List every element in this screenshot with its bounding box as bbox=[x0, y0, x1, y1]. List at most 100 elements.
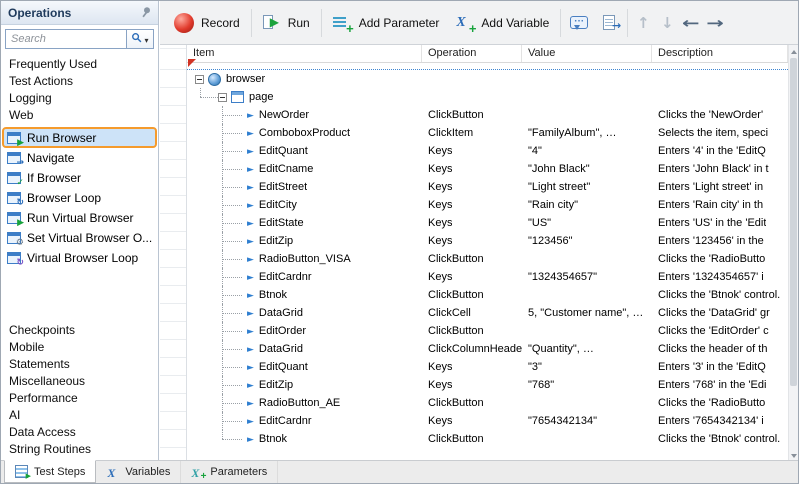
step-description: Enters '768' in the 'Edi bbox=[658, 379, 766, 391]
step-item-name: EditCname bbox=[259, 163, 313, 175]
sidebar-group-test-actions[interactable]: Test Actions bbox=[1, 73, 158, 90]
page-node-row[interactable]: page bbox=[187, 88, 788, 106]
step-item-name: NewOrder bbox=[259, 109, 309, 121]
tab-test-steps[interactable]: Test Steps bbox=[4, 460, 96, 483]
sidebar-item-label: Navigate bbox=[27, 151, 74, 165]
step-operation: ClickButton bbox=[428, 325, 484, 337]
action-arrow-icon bbox=[247, 416, 254, 427]
search-button[interactable] bbox=[126, 29, 154, 49]
step-operation: ClickCell bbox=[428, 307, 471, 319]
test-step-row[interactable]: EditCardnr Keys "7654342134" Enters '765… bbox=[187, 412, 788, 430]
sidebar-item-run-browser[interactable]: Run Browser bbox=[3, 128, 156, 147]
grid-header: Item Operation Value Description bbox=[187, 45, 788, 63]
column-header-item[interactable]: Item bbox=[187, 45, 422, 62]
overlay-glyph-icon bbox=[17, 215, 24, 228]
tab-parameters[interactable]: Parameters bbox=[181, 461, 278, 483]
test-step-row[interactable]: EditQuant Keys "4" Enters '4' in the 'Ed… bbox=[187, 142, 788, 160]
search-icon bbox=[131, 31, 142, 46]
browser-globe-icon bbox=[208, 73, 221, 86]
test-step-row[interactable]: RadioButton_VISA ClickButton Clicks the … bbox=[187, 250, 788, 268]
sidebar-item-run-virtual-browser[interactable]: Run Virtual Browser bbox=[3, 208, 156, 227]
sidebar-group-web[interactable]: Web bbox=[1, 107, 158, 124]
step-operation: Keys bbox=[428, 145, 452, 157]
scroll-up-arrow-icon[interactable] bbox=[789, 46, 798, 57]
sidebar-group-data-access[interactable]: Data Access bbox=[1, 424, 158, 441]
test-step-row[interactable]: DataGrid ClickCell 5, "Customer name", …… bbox=[187, 304, 788, 322]
operations-panel-header: Operations bbox=[1, 1, 158, 25]
tree-guide bbox=[222, 115, 242, 116]
description-button[interactable] bbox=[594, 8, 624, 38]
test-step-row[interactable]: ComboboxProduct ClickItem "FamilyAlbum",… bbox=[187, 124, 788, 142]
test-step-row[interactable]: EditCardnr Keys "1324354657" Enters '132… bbox=[187, 268, 788, 286]
overlay-glyph-icon bbox=[16, 155, 24, 168]
run-button[interactable]: Run bbox=[255, 7, 318, 39]
pin-icon[interactable] bbox=[138, 5, 153, 20]
add-variable-button[interactable]: Add Variable bbox=[447, 7, 557, 39]
action-arrow-icon bbox=[247, 380, 254, 391]
column-header-description[interactable]: Description bbox=[652, 45, 788, 62]
comment-button[interactable] bbox=[564, 8, 594, 38]
step-description: Clicks the 'DataGrid' gr bbox=[658, 307, 770, 319]
test-step-row[interactable]: EditState Keys "US" Enters 'US' in the '… bbox=[187, 214, 788, 232]
indent-button[interactable] bbox=[698, 9, 732, 37]
sidebar-group-checkpoints[interactable]: Checkpoints bbox=[1, 322, 158, 339]
sidebar-item-if-browser[interactable]: If Browser bbox=[3, 168, 156, 187]
test-step-row[interactable]: DataGrid ClickColumnHeader "Quantity", …… bbox=[187, 340, 788, 358]
tree-guide bbox=[222, 430, 223, 439]
step-description: Clicks the 'EditOrder' c bbox=[658, 325, 769, 337]
step-item-name: DataGrid bbox=[259, 307, 303, 319]
sidebar-item-virtual-browser-loop[interactable]: Virtual Browser Loop bbox=[3, 248, 156, 267]
test-step-row[interactable]: EditZip Keys "123456" Enters '123456' in… bbox=[187, 232, 788, 250]
collapse-toggle-icon[interactable] bbox=[218, 93, 227, 102]
test-step-row[interactable]: NewOrder ClickButton Clicks the 'NewOrde… bbox=[187, 106, 788, 124]
tab-variables[interactable]: Variables bbox=[96, 461, 181, 483]
scroll-thumb[interactable] bbox=[790, 58, 797, 386]
sidebar-group-frequently-used[interactable]: Frequently Used bbox=[1, 56, 158, 73]
sidebar-group-string-routines[interactable]: String Routines bbox=[1, 441, 158, 458]
tab-label: Test Steps bbox=[34, 466, 85, 478]
sidebar-item-set-virtual-browser-o[interactable]: Set Virtual Browser O... bbox=[3, 228, 156, 247]
toolbar: Record Run Add Parameter Add Variable bbox=[160, 1, 798, 45]
step-description: Clicks the header of th bbox=[658, 343, 767, 355]
app-window: Operations Frequently Used Test Actions bbox=[0, 0, 799, 484]
test-step-row[interactable]: EditStreet Keys "Light street" Enters 'L… bbox=[187, 178, 788, 196]
step-value: "3" bbox=[528, 361, 542, 373]
toolbar-separator bbox=[251, 9, 252, 37]
column-header-operation[interactable]: Operation bbox=[422, 45, 522, 62]
test-step-row[interactable]: EditOrder ClickButton Clicks the 'EditOr… bbox=[187, 322, 788, 340]
test-step-row[interactable]: RadioButton_AE ClickButton Clicks the 'R… bbox=[187, 394, 788, 412]
sidebar-group-mobile[interactable]: Mobile bbox=[1, 339, 158, 356]
test-step-row[interactable]: EditCname Keys "John Black" Enters 'John… bbox=[187, 160, 788, 178]
tree-guide bbox=[222, 403, 242, 404]
add-parameter-button[interactable]: Add Parameter bbox=[325, 7, 448, 39]
action-arrow-icon bbox=[247, 164, 254, 175]
sidebar-item-browser-loop[interactable]: Browser Loop bbox=[3, 188, 156, 207]
test-step-row[interactable]: Btnok ClickButton Clicks the 'Btnok' con… bbox=[187, 286, 788, 304]
column-header-value[interactable]: Value bbox=[522, 45, 652, 62]
sidebar-group-ai[interactable]: AI bbox=[1, 407, 158, 424]
sidebar-item-navigate[interactable]: Navigate bbox=[3, 148, 156, 167]
test-step-row[interactable]: EditQuant Keys "3" Enters '3' in the 'Ed… bbox=[187, 358, 788, 376]
sidebar-group-statements[interactable]: Statements bbox=[1, 356, 158, 373]
row-gutter[interactable] bbox=[160, 45, 187, 462]
test-step-row[interactable]: EditZip Keys "768" Enters '768' in the '… bbox=[187, 376, 788, 394]
search-input[interactable] bbox=[5, 29, 126, 49]
move-up-button[interactable] bbox=[631, 9, 655, 37]
test-step-row[interactable]: EditCity Keys "Rain city" Enters 'Rain c… bbox=[187, 196, 788, 214]
overlay-glyph-icon bbox=[16, 175, 24, 188]
action-arrow-icon bbox=[247, 254, 254, 265]
test-step-row[interactable]: Btnok ClickButton Clicks the 'Btnok' con… bbox=[187, 430, 788, 448]
sidebar-group-performance[interactable]: Performance bbox=[1, 390, 158, 407]
tree-guide bbox=[222, 295, 242, 296]
step-value: "4" bbox=[528, 145, 542, 157]
browser-node-row[interactable]: browser bbox=[187, 70, 788, 88]
main-area: Record Run Add Parameter Add Variable bbox=[160, 1, 798, 462]
collapse-toggle-icon[interactable] bbox=[195, 75, 204, 84]
sidebar-group-logging[interactable]: Logging bbox=[1, 90, 158, 107]
record-button[interactable]: Record bbox=[166, 7, 248, 39]
vertical-scrollbar[interactable] bbox=[788, 45, 798, 462]
sidebar-group-miscellaneous[interactable]: Miscellaneous bbox=[1, 373, 158, 390]
editor-tabs: Test Steps Variables Parameters bbox=[4, 461, 278, 483]
step-item-name: EditCity bbox=[259, 199, 297, 211]
step-description: Enters '7654342134' i bbox=[658, 415, 764, 427]
